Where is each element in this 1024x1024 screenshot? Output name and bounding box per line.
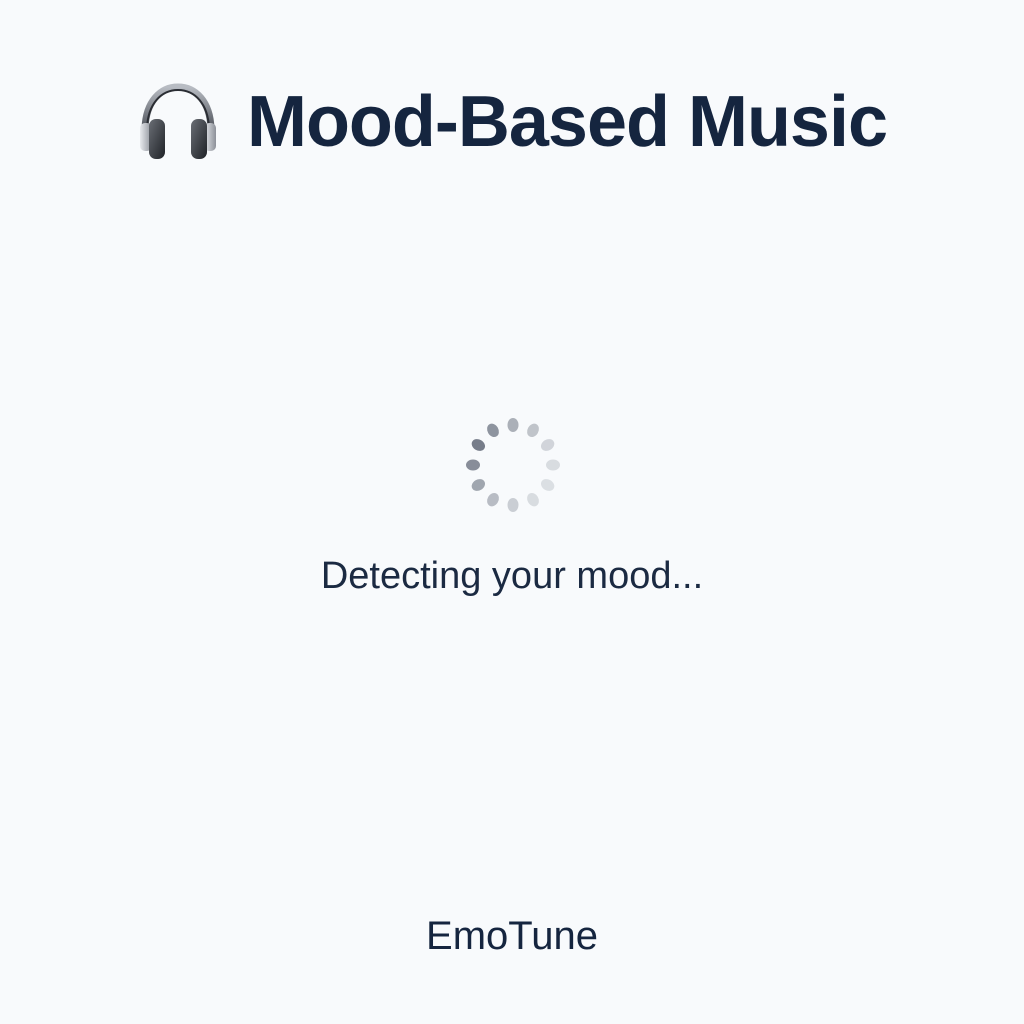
spinner-dot bbox=[487, 423, 499, 438]
spinner-dot bbox=[466, 459, 480, 471]
spinner-dot bbox=[546, 459, 560, 471]
page-title: Mood-Based Music bbox=[246, 82, 888, 162]
spinner-dot bbox=[487, 492, 499, 507]
spinner-dot bbox=[507, 498, 519, 512]
spinner-dot bbox=[507, 418, 519, 432]
spinner-dot bbox=[540, 479, 555, 491]
spinner-icon bbox=[466, 418, 560, 512]
spinner-dot bbox=[527, 423, 539, 438]
app-header: Mood-Based Music bbox=[0, 72, 1024, 172]
spinner-dot bbox=[471, 439, 486, 451]
spinner-dot bbox=[471, 479, 486, 491]
brand-name: EmoTune bbox=[426, 914, 598, 958]
spinner-dot bbox=[540, 439, 555, 451]
spinner-dot bbox=[527, 492, 539, 507]
headphones-icon bbox=[139, 83, 216, 159]
loading-status-text: Detecting your mood... bbox=[320, 555, 704, 597]
